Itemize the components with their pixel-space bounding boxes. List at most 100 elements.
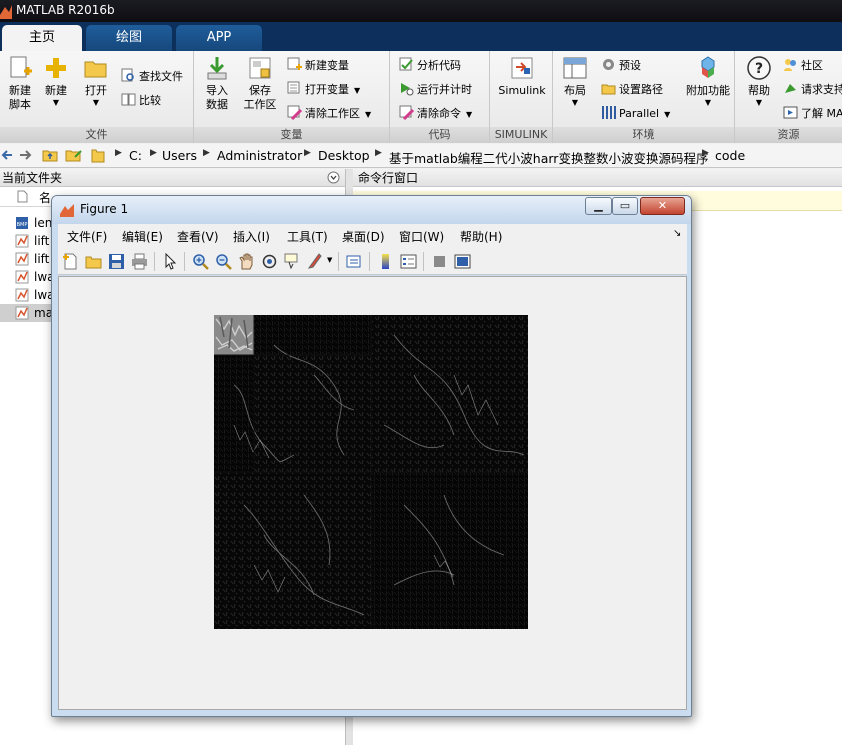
zoom-in-icon[interactable] xyxy=(192,253,209,270)
new-variable-button[interactable]: 新建变量 xyxy=(287,57,349,75)
up-folder-icon[interactable] xyxy=(42,148,58,162)
open-icon[interactable] xyxy=(85,253,102,270)
pointer-icon[interactable] xyxy=(162,253,179,270)
find-files-button[interactable]: 查找文件 xyxy=(121,68,183,86)
menu-window[interactable]: 窗口(W) xyxy=(399,228,444,245)
tab-apps[interactable]: APP xyxy=(176,25,262,51)
new-figure-icon[interactable] xyxy=(62,253,79,270)
menu-view[interactable]: 查看(V) xyxy=(177,228,219,245)
menu-insert[interactable]: 插入(I) xyxy=(233,228,270,245)
minimize-button[interactable]: ▁ xyxy=(585,197,612,215)
breadcrumb-administrator[interactable]: Administrator xyxy=(217,148,302,163)
help-button[interactable]: ? 帮助 ▼ xyxy=(739,55,779,107)
brush-icon[interactable] xyxy=(307,253,324,270)
menu-tools[interactable]: 工具(T) xyxy=(287,228,328,245)
menu-help[interactable]: 帮助(H) xyxy=(460,228,502,245)
matlab-logo-icon xyxy=(60,204,74,217)
file-type-icon xyxy=(17,190,28,203)
parallel-dropdown-icon[interactable]: ▼ xyxy=(664,110,670,119)
brush-dropdown-icon[interactable]: ▼ xyxy=(327,256,332,264)
toolbar-separator xyxy=(423,252,424,271)
print-icon[interactable] xyxy=(131,253,148,270)
panel-actions-icon[interactable] xyxy=(327,171,340,184)
legend-icon[interactable] xyxy=(400,253,417,270)
m-file-icon xyxy=(15,270,29,284)
layout-label: 布局 xyxy=(564,84,586,97)
ribbon-section-resources: ? 帮助 ▼ 社区 请求支持 了解 MA 资源 xyxy=(735,51,842,143)
figure-title-bar[interactable]: Figure 1 ▁ ▭ ✕ xyxy=(52,196,691,224)
clear-workspace-dropdown-icon[interactable]: ▼ xyxy=(365,110,371,119)
menu-edit[interactable]: 编辑(E) xyxy=(122,228,163,245)
section-label-variable: 变量 xyxy=(194,127,389,143)
parallel-button[interactable]: Parallel ▼ xyxy=(601,105,670,123)
layout-dropdown-icon[interactable]: ▼ xyxy=(555,99,595,107)
colorbar-icon[interactable] xyxy=(377,253,394,270)
hide-plot-tools-icon[interactable] xyxy=(431,253,448,270)
save-workspace-label: 保存 工作区 xyxy=(243,84,277,111)
save-icon[interactable] xyxy=(108,253,125,270)
new-script-button[interactable]: 新建 脚本 xyxy=(0,55,40,112)
new-button[interactable]: 新建 ▼ xyxy=(36,55,76,107)
dock-arrow-icon[interactable]: ↘ xyxy=(673,228,681,239)
set-path-button[interactable]: 设置路径 xyxy=(601,81,663,99)
request-support-button[interactable]: 请求支持 xyxy=(783,81,842,99)
link-plot-icon[interactable] xyxy=(346,253,363,270)
community-button[interactable]: 社区 xyxy=(783,57,823,75)
addons-button[interactable]: 附加功能 ▼ xyxy=(681,55,735,107)
open-variable-dropdown-icon[interactable]: ▼ xyxy=(354,86,360,95)
clear-commands-button[interactable]: 清除命令 ▼ xyxy=(399,105,472,123)
breadcrumb-drive[interactable]: C: xyxy=(129,148,142,163)
ribbon: 新建 脚本 新建 ▼ 打开 ▼ 查找文件 比较 文件 导入 数据 保存 工作区 xyxy=(0,51,842,143)
zoom-out-icon[interactable] xyxy=(215,253,232,270)
maximize-button[interactable]: ▭ xyxy=(612,197,638,215)
back-arrow-icon[interactable] xyxy=(1,148,13,162)
breadcrumb-desktop[interactable]: Desktop xyxy=(318,148,370,163)
file-name: len xyxy=(34,216,53,230)
new-dropdown-icon[interactable]: ▼ xyxy=(36,99,76,107)
layout-button[interactable]: 布局 ▼ xyxy=(555,55,595,107)
figure-menu-bar: 文件(F) 编辑(E) 查看(V) 插入(I) 工具(T) 桌面(D) 窗口(W… xyxy=(58,224,687,247)
forward-arrow-icon[interactable] xyxy=(19,148,33,162)
current-folder-title: 当前文件夹 xyxy=(2,171,63,185)
new-script-icon xyxy=(10,56,32,78)
save-workspace-button[interactable]: 保存 工作区 xyxy=(240,55,280,112)
open-variable-button[interactable]: 打开变量 ▼ xyxy=(287,81,360,99)
clear-commands-dropdown-icon[interactable]: ▼ xyxy=(466,110,472,119)
breadcrumb-separator-icon: ▶ xyxy=(375,148,382,158)
ribbon-section-file: 新建 脚本 新建 ▼ 打开 ▼ 查找文件 比较 文件 xyxy=(0,51,194,143)
open-button[interactable]: 打开 ▼ xyxy=(76,55,116,107)
menu-file[interactable]: 文件(F) xyxy=(67,228,107,245)
pan-icon[interactable] xyxy=(238,253,255,270)
close-button[interactable]: ✕ xyxy=(640,197,685,215)
run-and-time-button[interactable]: 运行并计时 xyxy=(399,81,472,99)
preferences-button[interactable]: 预设 xyxy=(601,57,641,75)
analyze-code-button[interactable]: 分析代码 xyxy=(399,57,461,75)
help-dropdown-icon[interactable]: ▼ xyxy=(739,99,779,107)
command-window-header: 命令行窗口 xyxy=(353,169,842,187)
compare-button[interactable]: 比较 xyxy=(121,92,161,110)
learn-matlab-button[interactable]: 了解 MA xyxy=(783,105,842,123)
show-plot-tools-icon[interactable] xyxy=(454,253,471,270)
find-files-label: 查找文件 xyxy=(139,70,183,83)
import-data-button[interactable]: 导入 数据 xyxy=(197,55,237,112)
maximize-icon: ▭ xyxy=(619,199,631,212)
open-dropdown-icon[interactable]: ▼ xyxy=(76,99,116,107)
wavelet-decomposition-image xyxy=(214,315,528,629)
menu-desktop[interactable]: 桌面(D) xyxy=(342,228,385,245)
tab-plots[interactable]: 绘图 xyxy=(86,25,172,51)
data-cursor-icon[interactable] xyxy=(284,253,301,270)
breadcrumb-project-folder[interactable]: 基于matlab编程二代小波harr变换整数小波变换源码程序 xyxy=(389,148,708,167)
breadcrumb-code[interactable]: code xyxy=(715,148,745,163)
browse-folder-icon[interactable] xyxy=(65,148,83,162)
import-data-label: 导入 数据 xyxy=(206,84,228,111)
set-path-icon xyxy=(601,84,616,95)
address-bar: ▶ C: ▶ Users ▶ Administrator ▶ Desktop ▶… xyxy=(0,144,842,168)
rotate-3d-icon[interactable] xyxy=(261,253,278,270)
clear-workspace-button[interactable]: 清除工作区 ▼ xyxy=(287,105,371,123)
ribbon-section-environment: 布局 ▼ 预设 设置路径 Parallel ▼ 附加功能 ▼ 环境 xyxy=(553,51,735,143)
breadcrumb-users[interactable]: Users xyxy=(162,148,197,163)
figure-canvas[interactable] xyxy=(58,276,687,710)
simulink-button[interactable]: Simulink xyxy=(492,55,552,98)
tab-home[interactable]: 主页 xyxy=(2,25,82,51)
addons-dropdown-icon[interactable]: ▼ xyxy=(681,99,735,107)
